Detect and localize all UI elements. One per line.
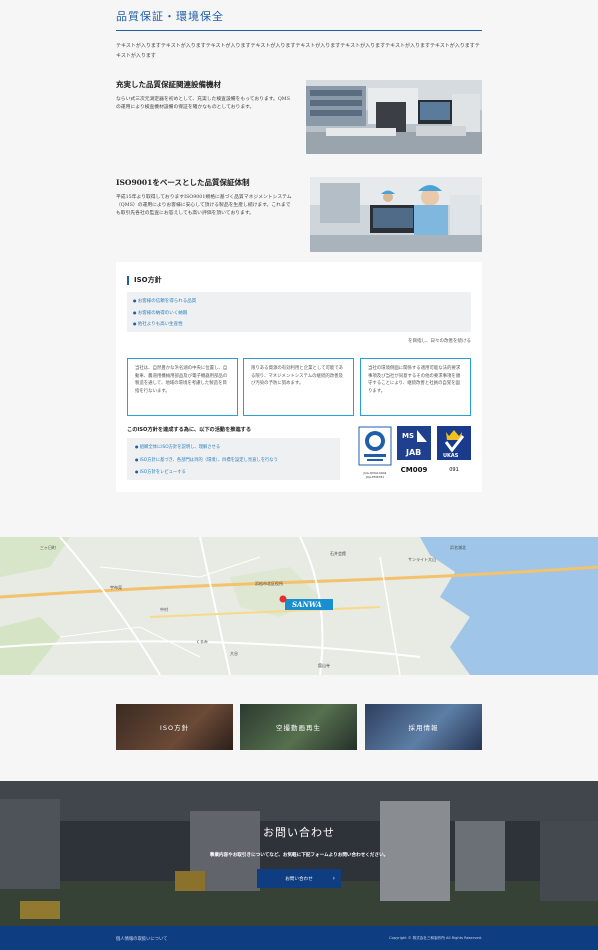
svg-text:浜松市北区役所: 浜松市北区役所 (255, 580, 283, 586)
banner-recruit[interactable]: 採用情報 (365, 704, 482, 750)
list-item: ISO方針をレビューする (135, 466, 332, 479)
copyright-text: Copyright © 株式会社三和製作所 All Rights Reserve… (389, 936, 482, 940)
banner-label: 空撮動画再生 (276, 724, 321, 732)
equipment-photo (306, 80, 482, 154)
jab-caption: CM009 (400, 466, 428, 474)
activities-list: 組織全体にISO方針を説明し、理解させる ISO方針に基づき、各部門は目的（環境… (127, 438, 340, 480)
svg-text:中村: 中村 (160, 606, 168, 612)
svg-text:MS: MS (402, 432, 414, 440)
contact-section: お問い合わせ 事業内容やお取引きについてなど、お気軽に下記フォームよりお問い合わ… (0, 781, 598, 926)
svg-text:サンライト大山: サンライト大山 (408, 556, 436, 562)
svg-text:舘山寺: 舘山寺 (318, 662, 330, 668)
contact-text: 事業内容やお取引きについてなど、お気軽に下記フォームよりお問い合わせください。 (209, 853, 389, 858)
ukas-cert-logo: UKAS 091 (437, 426, 471, 476)
svg-text:石井会館: 石井会館 (330, 550, 346, 556)
intro-text: テキストが入りますテキストが入りますテキストが入りますテキストが入りますテキスト… (116, 43, 480, 59)
jqa-cert-logo: JQA-QMA10004 JQA-EM6781 (358, 426, 392, 479)
access-map[interactable]: SANWA 石井会館 浜松市北区役所 浜名湖北 サンライト大山 三ヶ日町 中村 … (0, 537, 598, 675)
policy-card: 限りある資源の有効利用と企業として可能である限り、マネジメントシステムの継続的改… (243, 358, 354, 416)
title-underline (116, 30, 482, 31)
page-title: 品質保証・環境保全 (116, 10, 224, 23)
iso-policy-title: ISO方針 (127, 276, 162, 285)
svg-text:三ヶ日町: 三ヶ日町 (40, 545, 56, 550)
feature-body: 平成15年より取得しておりますISO9001規格に基づく品質マネジメントシステム… (116, 195, 292, 216)
svg-text:浜名湖北: 浜名湖北 (450, 544, 466, 550)
contact-title: お問い合わせ (263, 826, 335, 839)
banner-label: ISO方針 (159, 724, 190, 732)
banner-iso-policy[interactable]: ISO方針 (116, 704, 233, 750)
svg-text:JAB: JAB (405, 448, 421, 457)
feature-body: ならい式三次元測定器を初めとして、充実した検査設備をもっております。QMSの運用… (116, 97, 290, 110)
svg-text:大谷: 大谷 (230, 650, 238, 656)
contact-button[interactable]: お問い合わせ › (257, 869, 341, 888)
ukas-caption: 091 (449, 467, 459, 473)
banner-aerial-video[interactable]: 空撮動画再生 (240, 704, 357, 750)
chevron-right-icon: › (332, 875, 335, 882)
svg-text:宇布見: 宇布見 (110, 584, 122, 590)
list-item: お客様の信頼を得られる品質 (133, 296, 465, 308)
banner-label: 採用情報 (408, 724, 439, 732)
policy-aim-text: を目指し、日々の改善を続ける (408, 339, 471, 344)
list-item: 組織全体にISO方針を説明し、理解させる (135, 441, 332, 454)
svg-text:くるみ: くるみ (196, 638, 208, 644)
inspection-photo (310, 177, 482, 252)
footer: 個人情報の取扱いについて Copyright © 株式会社三和製作所 All R… (0, 926, 598, 950)
policy-list: お客様の信頼を得られる品質 お客様の納得のいく納期 他社よりも高い生産性 (127, 292, 471, 332)
list-item: ISO方針に基づき、各部門は目的（環境）、目標を設定し見直しを行なう (135, 454, 332, 467)
policy-card: 当社は、自然豊かな浜名湖の中央に位置し、自動車、農道用機械用部品及び電子機器用部… (127, 358, 238, 416)
privacy-link[interactable]: 個人情報の取扱いについて (116, 936, 167, 942)
iso-policy-panel: ISO方針 お客様の信頼を得られる品質 お客様の納得のいく納期 他社よりも高い生… (116, 262, 482, 492)
list-item: お客様の納得のいく納期 (133, 308, 465, 320)
svg-text:SANWA: SANWA (292, 600, 322, 609)
jab-cert-logo: MS JAB CM009 (397, 426, 431, 476)
contact-button-label: お問い合わせ (285, 876, 313, 882)
svg-text:UKAS: UKAS (443, 453, 459, 459)
list-item: 他社よりも高い生産性 (133, 319, 465, 331)
activities-title: このISO方針を達成する為に、以下の活動を推進する (127, 427, 252, 433)
policy-card: 当社の環境側面に関係する適用可能な法的要求事項及び当社が同意するその他の要求事項… (360, 358, 471, 416)
